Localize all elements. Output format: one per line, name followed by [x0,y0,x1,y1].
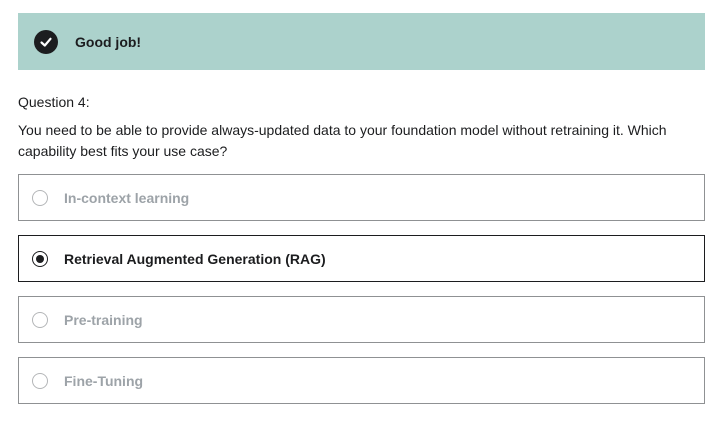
radio-selected-dot [36,254,44,263]
radio-button[interactable] [32,311,48,328]
question-text: You need to be able to provide always-up… [18,122,667,159]
answer-option-label: Fine-Tuning [64,372,144,389]
banner-message: Good job! [75,33,142,50]
quiz-result-page: Good job! Question 4: You need to be abl… [0,0,718,427]
success-banner: Good job! [18,13,705,70]
radio-button[interactable] [32,372,48,389]
answer-option-label: Retrieval Augmented Generation (RAG) [64,250,326,267]
answer-option-label: In-context learning [64,189,190,206]
checkmark-icon [34,29,58,54]
answer-option-fine-tuning[interactable]: Fine-Tuning [18,357,705,404]
answer-option-rag[interactable]: Retrieval Augmented Generation (RAG) [18,235,705,282]
answer-option-in-context-learning[interactable]: In-context learning [18,174,705,221]
answer-option-label: Pre-training [64,311,143,328]
question-number: Question 4: [18,94,90,110]
radio-button-selected[interactable] [32,250,48,267]
answer-option-pre-training[interactable]: Pre-training [18,296,705,343]
radio-button[interactable] [32,189,48,206]
